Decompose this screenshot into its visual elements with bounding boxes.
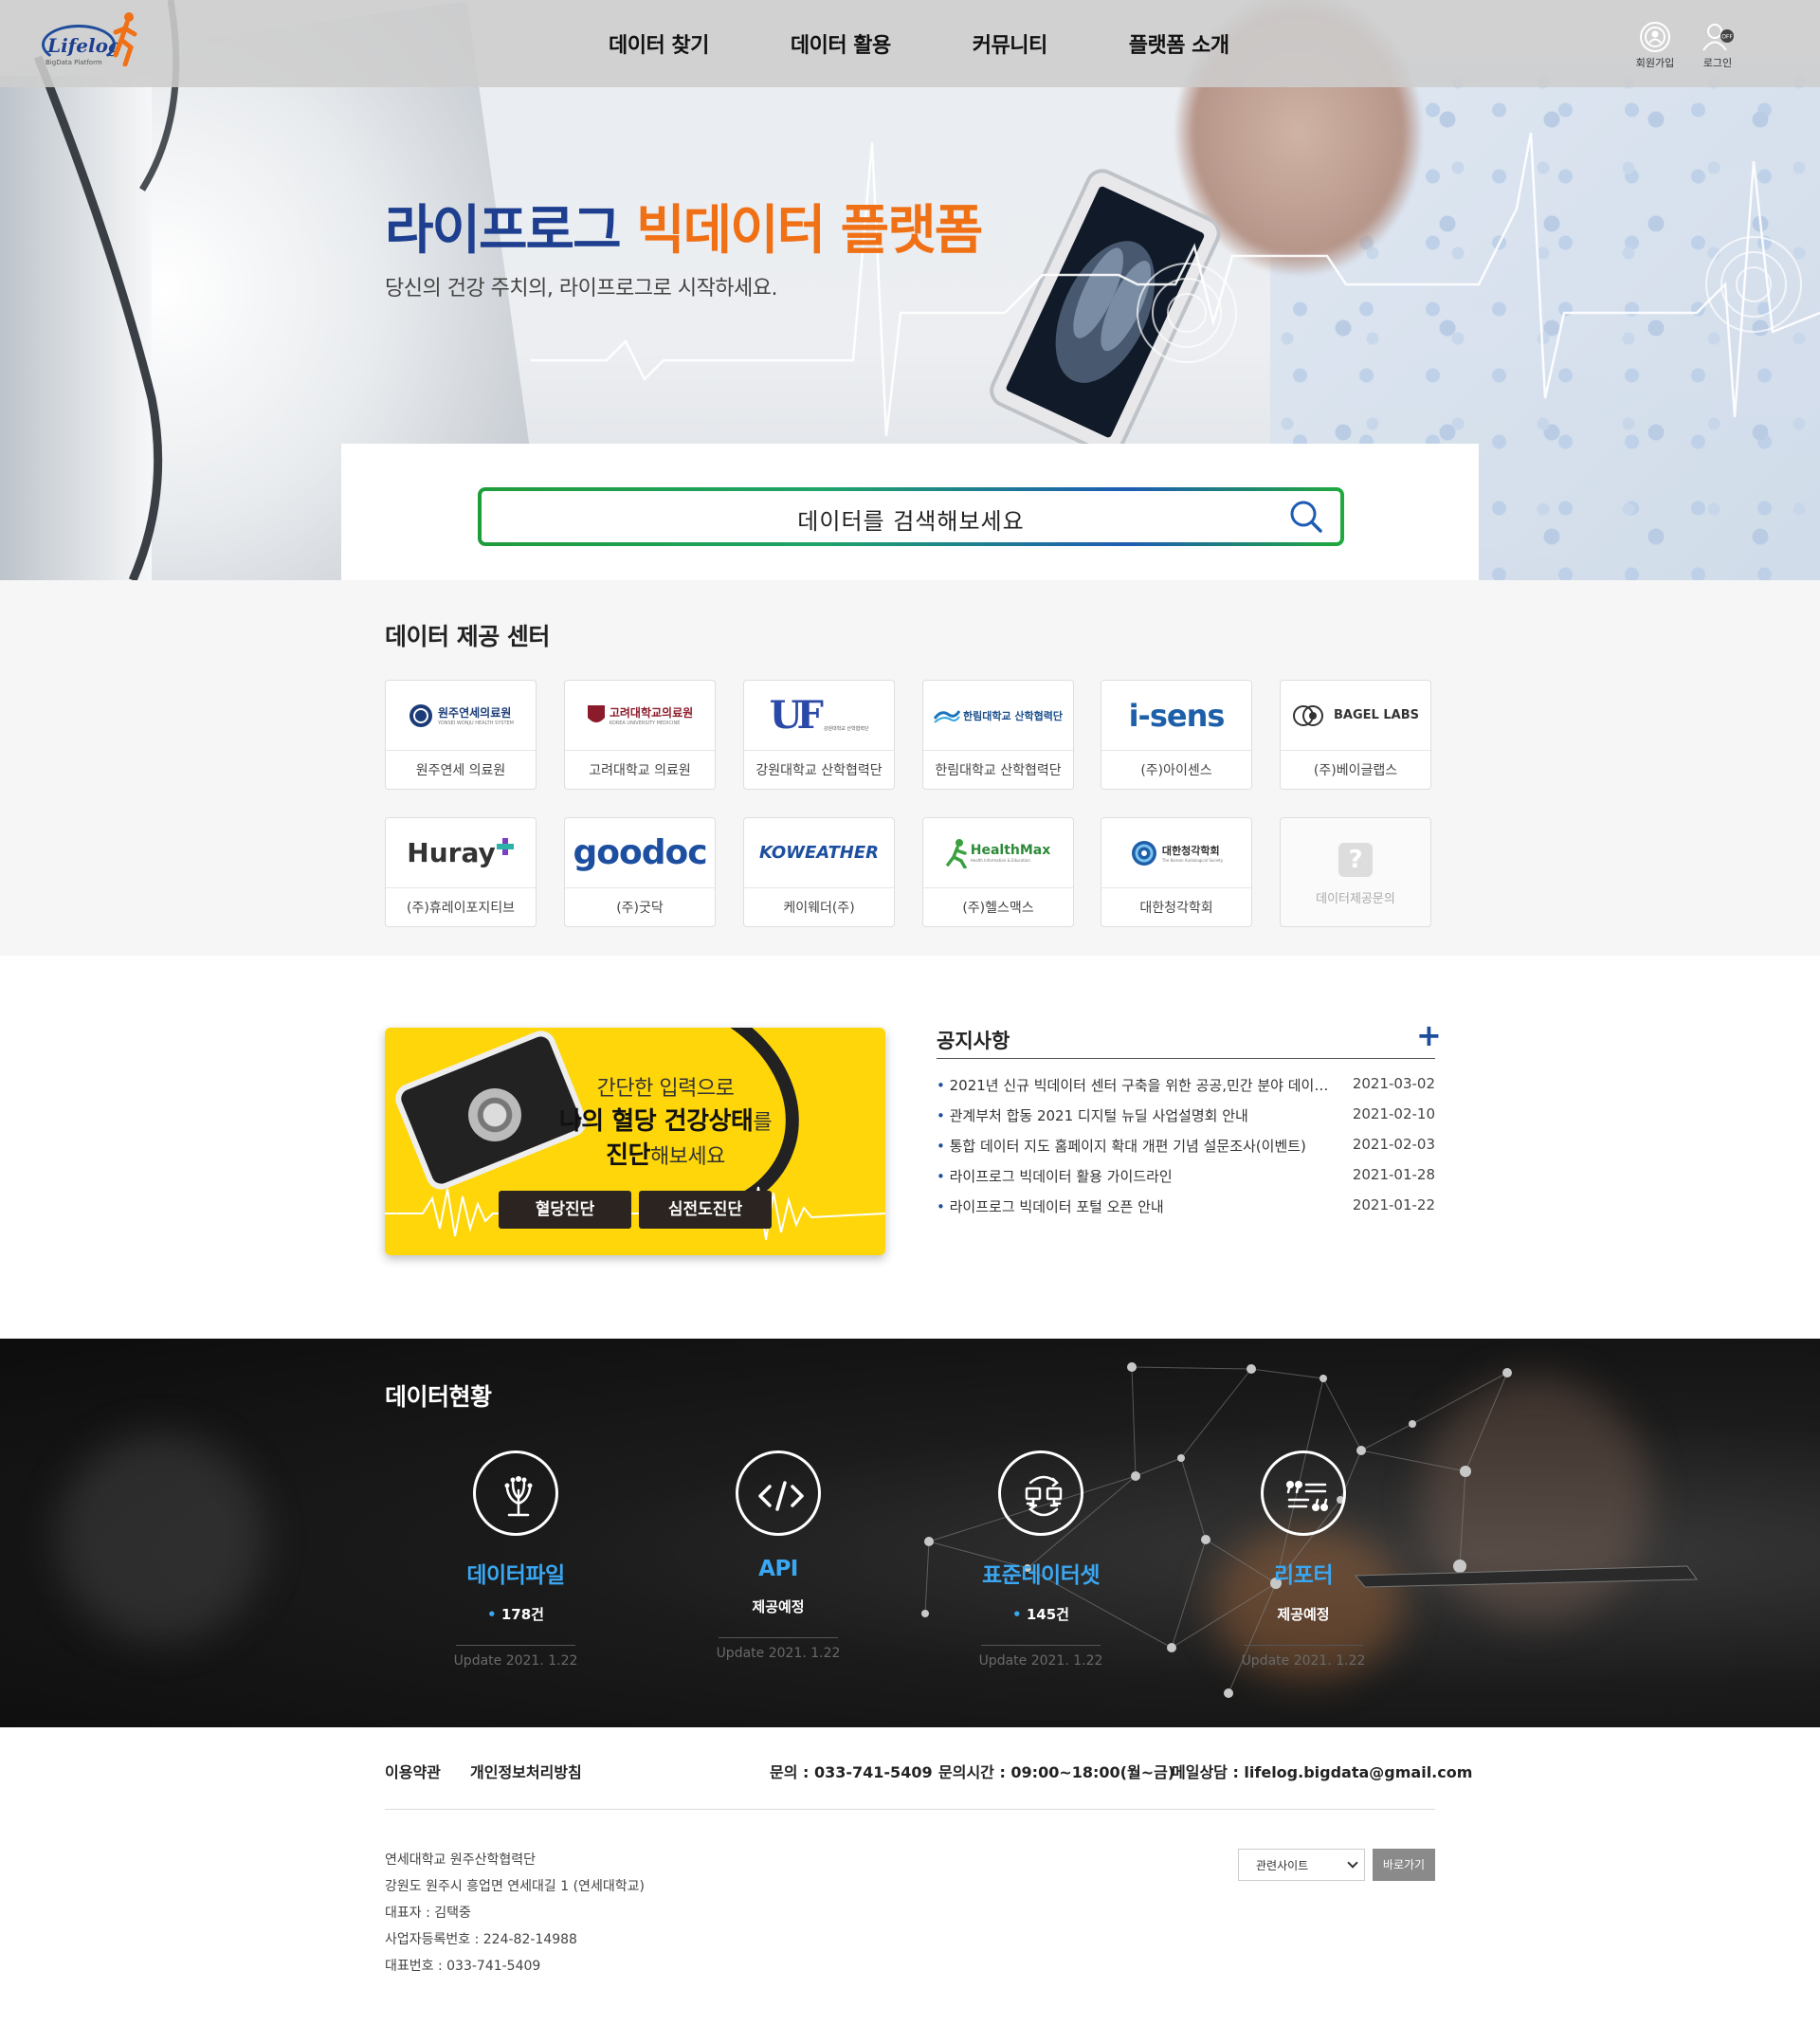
hero-subtitle: 당신의 건강 주치의, 라이프로그로 시작하세요. bbox=[385, 277, 778, 301]
provider-card-korea-univ[interactable]: 고려대학교의료원 KOREA UNIVERSITY MEDICINE 고려대학교… bbox=[564, 680, 716, 790]
notice-list: 2021년 신규 빅데이터 센터 구축을 위한 공공,민간 분야 데이터 수요조… bbox=[937, 1075, 1435, 1227]
quote-icon bbox=[1286, 1481, 1328, 1511]
yonsei-emblem-icon bbox=[410, 703, 433, 727]
notice-item[interactable]: 관계부처 합동 2021 디지털 뉴딜 사업설명회 안내2021-02-10 bbox=[937, 1105, 1435, 1136]
banner-message: 간단한 입력으로 나의 혈당 건강상태를 진단해보세요 bbox=[558, 1077, 773, 1170]
chevron-down-icon bbox=[1347, 1857, 1358, 1869]
hero-title: 라이프로그 빅데이터 플랫폼 bbox=[385, 200, 983, 262]
stat-name: 데이터파일 bbox=[466, 1563, 565, 1588]
korea-univ-shield-icon bbox=[587, 704, 605, 722]
ecg-wave-decoration bbox=[385, 1186, 885, 1241]
nav-platform-intro[interactable]: 플랫폼 소개 bbox=[1129, 28, 1229, 59]
stat-update: Update 2021. 1.22 bbox=[716, 1646, 841, 1661]
provider-card-audiology[interactable]: 대한청각학회 The Korean Audiological Society 대… bbox=[1101, 817, 1252, 927]
terms-link[interactable]: 이용약관 bbox=[385, 1760, 441, 1782]
user-icon: OFF bbox=[1702, 24, 1734, 51]
stat-name: 리포터 bbox=[1274, 1563, 1333, 1588]
data-file-icon bbox=[504, 1476, 533, 1517]
search-placeholder: 데이터를 검색해보세요 bbox=[797, 508, 1025, 535]
healthmax-runner-icon bbox=[945, 838, 967, 868]
provider-inquiry-card[interactable]: ? 데이터제공문의 bbox=[1280, 817, 1431, 927]
stat-standard-dataset[interactable]: 표준데이터셋 145건 Update 2021. 1.22 bbox=[927, 1450, 1155, 1669]
user-circle-icon bbox=[1640, 22, 1670, 52]
main-nav: 데이터 찾기 데이터 활용 커뮤니티 플랫폼 소개 bbox=[609, 28, 1311, 59]
network-graphic bbox=[921, 1362, 1698, 1698]
provider-card-bagel-labs[interactable]: BAGEL LABS (주)베이글랩스 bbox=[1280, 680, 1431, 790]
provider-card-koweather[interactable]: KOWEATHER 케이웨더(주) bbox=[743, 817, 895, 927]
stat-update: Update 2021. 1.22 bbox=[1241, 1653, 1366, 1669]
provider-card-healthmax[interactable]: HealthMax Health Information & Education… bbox=[922, 817, 1074, 927]
nav-find-data[interactable]: 데이터 찾기 bbox=[609, 28, 709, 59]
data-status-section: 데이터현황 데이터파일 178건 Update 2021. 1.22 API bbox=[0, 1339, 1820, 1727]
stethoscope-icon bbox=[468, 1088, 521, 1141]
search-input[interactable]: 데이터를 검색해보세요 bbox=[478, 487, 1344, 546]
ecg-check-button[interactable]: 심전도진단 bbox=[639, 1191, 772, 1229]
bagel-rings-icon bbox=[1293, 704, 1324, 726]
audiology-emblem-icon bbox=[1131, 840, 1156, 866]
contact-phone: 문의 : 033-741-5409 bbox=[770, 1763, 933, 1781]
provider-card-yonsei-wonju[interactable]: 원주연세의료원 YONSEI WONJU HEALTH SYSTEM 원주연세 … bbox=[385, 680, 537, 790]
provider-card-kangwon-univ[interactable]: UF 강원대학교 산학협력단 강원대학교 산학협력단 bbox=[743, 680, 895, 790]
question-mark-icon: ? bbox=[1338, 843, 1373, 877]
notice-item[interactable]: 라이프로그 빅데이터 활용 가이드라인2021-01-28 bbox=[937, 1166, 1435, 1196]
search-icon[interactable] bbox=[1289, 500, 1323, 534]
network-icon bbox=[1025, 1475, 1063, 1517]
stat-count: 178건 bbox=[402, 1604, 629, 1624]
code-icon bbox=[758, 1481, 804, 1511]
company-info: 연세대학교 원주산학협력단 강원도 원주시 흥업면 연세대길 1 (연세대학교)… bbox=[385, 1852, 645, 1974]
notice-item[interactable]: 2021년 신규 빅데이터 센터 구축을 위한 공공,민간 분야 데이터 수요조… bbox=[937, 1075, 1435, 1105]
stats-section-title: 데이터현황 bbox=[385, 1383, 492, 1411]
nav-community[interactable]: 커뮤니티 bbox=[973, 28, 1047, 59]
stat-name: 표준데이터셋 bbox=[982, 1563, 1100, 1588]
provider-card-goodoc[interactable]: goodoc (주)굿닥 bbox=[564, 817, 716, 927]
stat-count: 145건 bbox=[927, 1604, 1155, 1624]
stat-count: 제공예정 bbox=[1277, 1606, 1330, 1623]
related-sites-select[interactable]: 관련사이트 bbox=[1238, 1849, 1365, 1881]
stat-api[interactable]: API 제공예정 Update 2021. 1.22 bbox=[664, 1450, 892, 1661]
data-provider-section: 데이터 제공 센터 원주연세의료원 YONSEI WONJU HEALTH SY… bbox=[0, 580, 1820, 956]
health-check-banner: 간단한 입력으로 나의 혈당 건강상태를 진단해보세요 혈당진단 심전도진단 bbox=[385, 1028, 885, 1255]
provider-card-huray[interactable]: Huray (주)휴레이포지티브 bbox=[385, 817, 537, 927]
stat-count: 제공예정 bbox=[752, 1598, 805, 1615]
provider-section-title: 데이터 제공 센터 bbox=[385, 623, 550, 650]
contact-hours: 문의시간 : 09:00~18:00(월~금) bbox=[938, 1763, 1175, 1781]
contact-email: 메일상담 : lifelog.bigdata@gmail.com bbox=[1172, 1763, 1473, 1781]
nav-use-data[interactable]: 데이터 활용 bbox=[791, 28, 891, 59]
notice-more-plus-icon[interactable]: + bbox=[1416, 1020, 1442, 1050]
login-off-badge: OFF bbox=[1721, 34, 1733, 41]
stat-update: Update 2021. 1.22 bbox=[453, 1653, 578, 1669]
notice-item[interactable]: 라이프로그 빅데이터 포털 오픈 안내2021-01-22 bbox=[937, 1196, 1435, 1227]
top-header: Lifelog BigData Platform 데이터 찾기 데이터 활용 커… bbox=[0, 0, 1820, 87]
stat-data-file[interactable]: 데이터파일 178건 Update 2021. 1.22 bbox=[402, 1450, 629, 1669]
notice-title: 공지사항 bbox=[937, 1030, 1010, 1052]
stat-name: API bbox=[758, 1557, 798, 1581]
blood-sugar-check-button[interactable]: 혈당진단 bbox=[499, 1191, 631, 1229]
hallym-wave-icon bbox=[933, 709, 960, 723]
privacy-policy-link[interactable]: 개인정보처리방침 bbox=[470, 1760, 582, 1782]
stat-update: Update 2021. 1.22 bbox=[978, 1653, 1103, 1669]
huray-plus-icon bbox=[496, 838, 514, 855]
provider-card-hallym-univ[interactable]: 한림대학교 산학협력단 한림대학교 산학협력단 bbox=[922, 680, 1074, 790]
go-button[interactable]: 바로가기 bbox=[1373, 1849, 1435, 1881]
signup-button[interactable]: 회원가입 bbox=[1629, 21, 1682, 70]
provider-card-i-sens[interactable]: i-sens (주)아이센스 bbox=[1101, 680, 1252, 790]
stat-reporter[interactable]: 리포터 제공예정 Update 2021. 1.22 bbox=[1190, 1450, 1417, 1669]
notice-item[interactable]: 통합 데이터 지도 홈페이지 확대 개편 기념 설문조사(이벤트)2021-02… bbox=[937, 1136, 1435, 1166]
runner-icon bbox=[113, 12, 137, 66]
login-button[interactable]: OFF 로그인 bbox=[1691, 21, 1744, 70]
site-logo[interactable]: Lifelog BigData Platform bbox=[42, 9, 146, 76]
search-panel: 데이터를 검색해보세요 bbox=[341, 444, 1479, 580]
